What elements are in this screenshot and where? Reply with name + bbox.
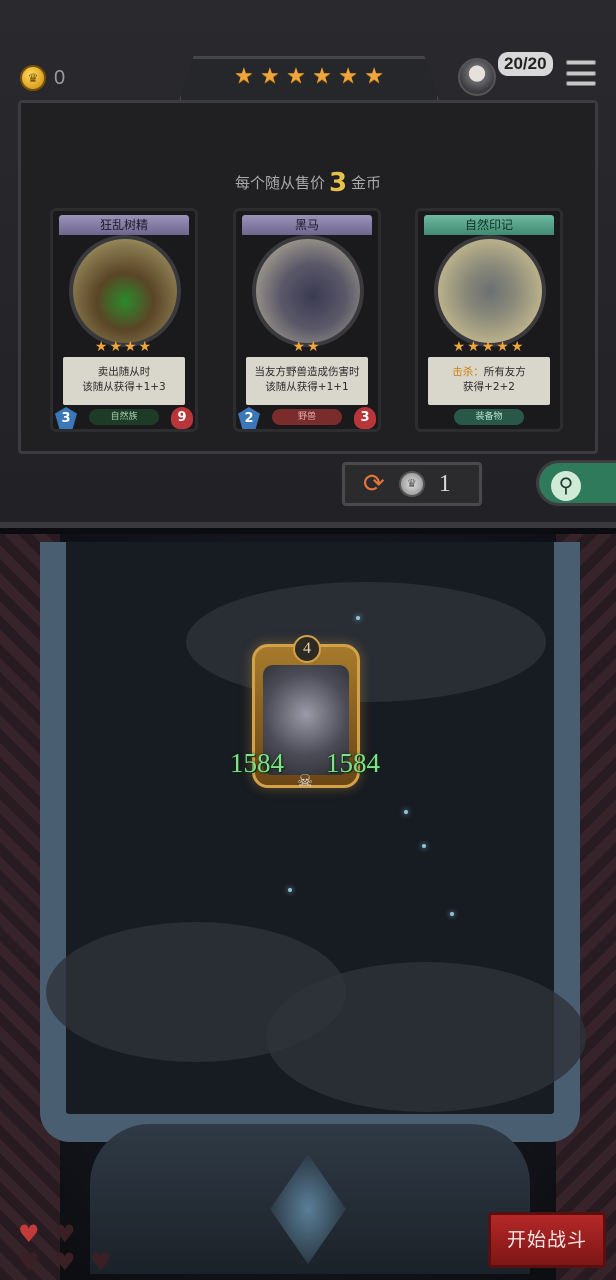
card-attack: 3 (55, 407, 77, 429)
coin-icon: ♛ (20, 65, 46, 91)
sparkle (404, 810, 408, 814)
minion-tier-badge: 4 (293, 635, 321, 663)
shop-card-2[interactable]: 黑马 ★★ 当友方野兽造成伤害时 该随从获得+1+1 2 野兽 3 (233, 208, 381, 432)
tavern-star-icon: ★ (312, 64, 332, 89)
card-name: 黑马 (242, 215, 372, 235)
heart-icon: ♥ (18, 1220, 40, 1248)
tavern-star-icon: ★ (260, 64, 280, 89)
heart-icon: ♥ (18, 1248, 40, 1276)
card-tribe-tag: 装备物 (454, 409, 524, 425)
tavern-star-icon: ★ (286, 64, 306, 89)
card-description: 卖出随从时 该随从获得+1+3 (63, 357, 185, 405)
tavern-star-icon: ★ (364, 64, 384, 89)
minion-stats: 1584 1584 (230, 748, 380, 780)
avatar-icon[interactable] (458, 58, 496, 96)
card-stars: ★★ (292, 339, 322, 355)
sparkle (450, 912, 454, 916)
card-tribe-tag: 自然族 (89, 409, 159, 425)
heart-icon: ♥ (90, 1248, 112, 1276)
sell-price-suffix: 金币 (351, 174, 382, 192)
card-art-treant (69, 235, 181, 347)
tavern-star-rating: ★ ★ ★ ★ ★ ★ (234, 64, 384, 90)
shop-card-1[interactable]: 狂乱树精 ★★★★ 卖出随从时 该随从获得+1+3 3 自然族 9 (50, 208, 198, 432)
card-description: 击杀：所有友方 获得+2+2 (428, 357, 550, 405)
card-attack: 2 (238, 407, 260, 429)
refresh-cost: 1 (438, 470, 451, 497)
sell-price-prefix: 每个随从售价 (234, 174, 325, 192)
tavern-star-icon: ★ (234, 64, 254, 89)
card-desc-line: 击杀：所有友方 (428, 365, 550, 380)
card-desc-keyword: 击杀： (452, 366, 484, 378)
card-desc-text: 所有友方 (483, 366, 526, 378)
sparkle (422, 844, 426, 848)
refresh-button[interactable]: ⟳ ♛ 1 (342, 462, 482, 506)
refresh-icon: ⟳ (363, 469, 385, 499)
menu-icon[interactable] (566, 60, 596, 86)
card-desc-line: 获得+2+2 (463, 381, 515, 393)
card-desc-line: 该随从获得+1+3 (82, 381, 166, 393)
cloud (186, 582, 546, 702)
sell-price-text: 每个随从售价 3 金币 (0, 168, 616, 198)
shop-card-3[interactable]: 自然印记 ★★★★★ 击杀：所有友方 获得+2+2 装备物 (415, 208, 563, 432)
card-desc-line: 当友方野兽造成伤害时 (254, 366, 360, 378)
search-button[interactable]: ⚲ (536, 460, 616, 506)
gold-value: 0 (54, 66, 66, 89)
sparkle (356, 616, 360, 620)
lives-indicator: ♥ ♥ ♥ ♥ ♥ (14, 1220, 124, 1276)
start-battle-button[interactable]: 开始战斗 (488, 1212, 606, 1268)
sell-price-value: 3 (328, 168, 348, 198)
gold-counter: ♛ 0 (20, 64, 65, 92)
card-name: 自然印记 (424, 215, 554, 235)
card-tribe-tag: 野兽 (272, 409, 342, 425)
player-info[interactable]: 20/20 (458, 52, 558, 96)
silver-coin-icon: ♛ (398, 471, 425, 497)
card-health: 9 (171, 407, 193, 429)
card-art-nature-mark (434, 235, 546, 347)
minion-attack: 1584 (230, 748, 284, 778)
warband-board[interactable] (40, 542, 586, 1142)
card-health: 3 (354, 407, 376, 429)
sparkle (288, 888, 292, 892)
heart-icon: ♥ (54, 1220, 76, 1248)
card-desc-line: 该随从获得+1+1 (265, 381, 349, 393)
cloud (266, 962, 586, 1112)
minion-health: 1584 (326, 748, 380, 778)
card-stars: ★★★★ (94, 339, 154, 355)
player-count-badge: 20/20 (498, 52, 553, 76)
heart-icon: ♥ (54, 1248, 76, 1276)
card-desc-line: 卖出随从时 (97, 366, 151, 378)
card-name: 狂乱树精 (59, 215, 189, 235)
search-icon: ⚲ (551, 471, 581, 501)
shop-panel: ★ ★ ★ ★ ★ ★ ♛ 0 20/20 每个随从售价 3 金币 狂乱树精 ★★★… (0, 0, 616, 528)
battle-area: 4 ☠ 1584 1584 ♥ ♥ ♥ ♥ ♥ 开始战斗 (0, 534, 616, 1280)
card-description: 当友方野兽造成伤害时 该随从获得+1+1 (246, 357, 368, 405)
card-stars: ★★★★★ (452, 339, 526, 355)
tavern-star-icon: ★ (338, 64, 358, 89)
card-art-dark-horse (252, 235, 364, 347)
